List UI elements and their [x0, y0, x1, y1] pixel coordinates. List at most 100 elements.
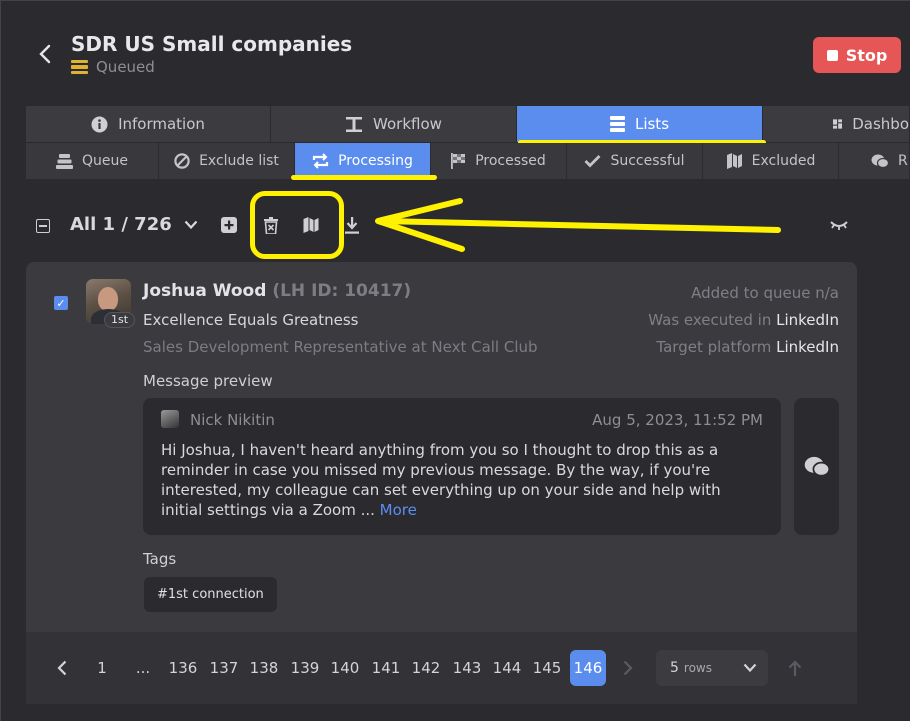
- scroll-top-button[interactable]: [786, 650, 804, 686]
- target-label: Target platform: [656, 338, 772, 356]
- pagination: 1 ... 136 137 138 139 140 141 142 143 14…: [26, 632, 857, 704]
- selection-count: All 1 / 726: [70, 214, 172, 235]
- profile-headline: Excellence Equals Greatness: [143, 311, 359, 329]
- page-138[interactable]: 138: [247, 650, 281, 686]
- chat-icon: [804, 456, 830, 477]
- page-140[interactable]: 140: [328, 650, 362, 686]
- annotation-underline-processing: [291, 175, 437, 180]
- subtab-label: Exclude list: [199, 153, 279, 169]
- chevron-down-icon: [184, 220, 198, 230]
- message-body: Hi Joshua, I haven't heard anything from…: [161, 441, 721, 519]
- more-link[interactable]: More: [380, 501, 417, 519]
- page-ellipsis[interactable]: ...: [132, 650, 154, 686]
- rows-value: 5: [670, 660, 679, 676]
- flag-icon: [451, 153, 466, 169]
- excluded-icon: [726, 153, 742, 169]
- subtab-successful[interactable]: Successful: [567, 143, 703, 179]
- tab-workflow[interactable]: Workflow: [271, 106, 517, 142]
- page-143[interactable]: 143: [450, 650, 484, 686]
- page-144[interactable]: 144: [490, 650, 524, 686]
- campaign-status: Queued: [71, 58, 155, 76]
- connection-degree-badge: 1st: [104, 312, 136, 328]
- annotation-arrow: [375, 198, 781, 252]
- subtab-label: Excluded: [751, 153, 816, 169]
- plus-square-icon: [221, 217, 237, 233]
- tab-dashboard[interactable]: Dashbo: [763, 106, 910, 142]
- tags-label: Tags: [143, 550, 177, 568]
- add-to-list-button[interactable]: [219, 215, 239, 235]
- added-to-queue: Added to queue n/a: [691, 284, 839, 302]
- profile-card: ✓ 1st Joshua Wood (LH ID: 10417) Excelle…: [26, 262, 857, 632]
- profile-name-line: Joshua Wood (LH ID: 10417): [143, 281, 411, 301]
- annotation-circle: [250, 191, 344, 259]
- sender-name: Nick Nikitin: [190, 411, 275, 429]
- page-139[interactable]: 139: [288, 650, 322, 686]
- lists-icon: [609, 116, 625, 132]
- next-page-button[interactable]: [620, 650, 636, 686]
- subtab-label: Processing: [338, 153, 413, 169]
- prev-page-button[interactable]: [52, 650, 72, 686]
- message-preview: Nick Nikitin Aug 5, 2023, 11:52 PM Hi Jo…: [143, 398, 781, 535]
- page-142[interactable]: 142: [409, 650, 443, 686]
- check-icon: [584, 155, 601, 168]
- chat-icon: [871, 154, 889, 168]
- page-1[interactable]: 1: [92, 650, 112, 686]
- rows-per-page-select[interactable]: 5 rows: [656, 650, 768, 686]
- tab-lists[interactable]: Lists: [517, 106, 763, 142]
- message-date: Aug 5, 2023, 11:52 PM: [592, 411, 763, 429]
- queue-status-icon: [71, 60, 88, 74]
- tag-chip[interactable]: #1st connection: [144, 577, 277, 612]
- queue-icon: [56, 153, 73, 169]
- chevron-down-icon: [743, 663, 757, 673]
- subtab-label: Processed: [475, 153, 546, 169]
- tab-label: Dashbo: [852, 115, 909, 133]
- hide-details-button[interactable]: [829, 215, 849, 235]
- dashboard-icon: [833, 119, 843, 129]
- page-137[interactable]: 137: [207, 650, 241, 686]
- subtab-queue[interactable]: Queue: [26, 143, 159, 179]
- tab-label: Information: [118, 115, 205, 133]
- message-preview-label: Message preview: [143, 372, 273, 390]
- deselect-all-checkbox[interactable]: [36, 219, 50, 233]
- selection-dropdown[interactable]: All 1 / 726: [70, 214, 198, 235]
- subtab-processing[interactable]: Processing: [295, 143, 431, 179]
- eye-closed-icon: [830, 221, 848, 230]
- page-145[interactable]: 145: [530, 650, 564, 686]
- main-tabs: Information Workflow Lists Dashbo: [26, 106, 910, 142]
- chevron-right-icon: [623, 660, 633, 676]
- subtab-label: R: [898, 153, 908, 169]
- sender-avatar: [161, 410, 179, 428]
- stop-label: Stop: [845, 45, 888, 65]
- stop-button[interactable]: Stop: [813, 37, 901, 73]
- subtab-label: Successful: [610, 153, 685, 169]
- message-text: Hi Joshua, I haven't heard anything from…: [161, 440, 766, 520]
- page-136[interactable]: 136: [166, 650, 200, 686]
- subtab-excluded[interactable]: Excluded: [703, 143, 839, 179]
- rows-label: rows: [683, 661, 712, 675]
- target-value: LinkedIn: [776, 338, 839, 356]
- profile-job: Sales Development Representative at Next…: [143, 338, 538, 356]
- open-chat-button[interactable]: [794, 398, 839, 535]
- subtab-processed[interactable]: Processed: [431, 143, 567, 179]
- row-checkbox[interactable]: ✓: [54, 296, 68, 310]
- processing-icon: [313, 153, 329, 169]
- chevron-left-icon: [57, 660, 67, 676]
- info-icon: [91, 116, 108, 132]
- status-text: Queued: [96, 58, 155, 76]
- subtab-replied[interactable]: R: [839, 143, 910, 179]
- ban-icon: [174, 153, 190, 169]
- lh-id: (LH ID: 10417): [272, 281, 412, 301]
- subtab-label: Queue: [82, 153, 128, 169]
- profile-name[interactable]: Joshua Wood: [143, 281, 266, 301]
- page-141[interactable]: 141: [369, 650, 403, 686]
- executed-label: Was executed in: [648, 311, 772, 329]
- executed-value: LinkedIn: [776, 311, 839, 329]
- subtab-exclude-list[interactable]: Exclude list: [159, 143, 295, 179]
- tab-information[interactable]: Information: [26, 106, 271, 142]
- page-title: SDR US Small companies: [71, 32, 353, 56]
- target-platform: Target platform LinkedIn: [656, 338, 839, 356]
- page-146-current[interactable]: 146: [570, 650, 606, 686]
- tab-label: Workflow: [373, 115, 442, 133]
- list-subtabs: Queue Exclude list Processing Processed …: [26, 143, 910, 179]
- back-icon[interactable]: [34, 42, 56, 66]
